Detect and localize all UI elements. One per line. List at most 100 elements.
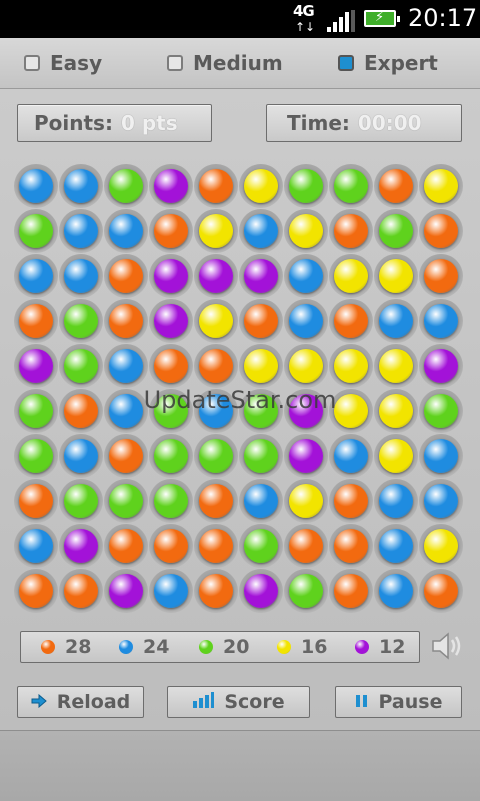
blue-ball[interactable] — [244, 214, 278, 248]
orange-ball[interactable] — [154, 529, 188, 563]
green-ball[interactable] — [64, 484, 98, 518]
blue-ball[interactable] — [289, 259, 323, 293]
green-ball[interactable] — [19, 439, 53, 473]
purple-ball[interactable] — [19, 349, 53, 383]
green-ball[interactable] — [289, 169, 323, 203]
yellow-ball[interactable] — [244, 349, 278, 383]
purple-ball[interactable] — [244, 574, 278, 608]
yellow-ball[interactable] — [334, 394, 368, 428]
orange-ball[interactable] — [424, 214, 458, 248]
orange-ball[interactable] — [334, 484, 368, 518]
yellow-ball[interactable] — [289, 214, 323, 248]
purple-ball[interactable] — [424, 349, 458, 383]
green-ball[interactable] — [154, 484, 188, 518]
reload-button[interactable]: Reload — [17, 686, 144, 718]
green-ball[interactable] — [244, 439, 278, 473]
purple-ball[interactable] — [154, 259, 188, 293]
yellow-ball[interactable] — [379, 349, 413, 383]
green-ball[interactable] — [244, 529, 278, 563]
purple-ball[interactable] — [64, 529, 98, 563]
orange-ball[interactable] — [109, 259, 143, 293]
sound-toggle-button[interactable] — [430, 630, 466, 662]
orange-ball[interactable] — [199, 349, 233, 383]
orange-ball[interactable] — [199, 574, 233, 608]
yellow-ball[interactable] — [334, 349, 368, 383]
blue-ball[interactable] — [64, 169, 98, 203]
purple-ball[interactable] — [154, 169, 188, 203]
purple-ball[interactable] — [244, 259, 278, 293]
blue-ball[interactable] — [424, 484, 458, 518]
orange-ball[interactable] — [64, 574, 98, 608]
blue-ball[interactable] — [19, 259, 53, 293]
orange-ball[interactable] — [379, 169, 413, 203]
green-ball[interactable] — [19, 394, 53, 428]
yellow-ball[interactable] — [424, 529, 458, 563]
orange-ball[interactable] — [289, 529, 323, 563]
blue-ball[interactable] — [109, 394, 143, 428]
blue-ball[interactable] — [379, 304, 413, 338]
yellow-ball[interactable] — [334, 259, 368, 293]
green-ball[interactable] — [64, 349, 98, 383]
green-ball[interactable] — [379, 214, 413, 248]
orange-ball[interactable] — [19, 304, 53, 338]
blue-ball[interactable] — [19, 169, 53, 203]
blue-ball[interactable] — [379, 574, 413, 608]
green-ball[interactable] — [154, 394, 188, 428]
blue-ball[interactable] — [64, 439, 98, 473]
green-ball[interactable] — [244, 394, 278, 428]
orange-ball[interactable] — [109, 439, 143, 473]
green-ball[interactable] — [154, 439, 188, 473]
orange-ball[interactable] — [154, 214, 188, 248]
orange-ball[interactable] — [244, 304, 278, 338]
orange-ball[interactable] — [334, 574, 368, 608]
yellow-ball[interactable] — [379, 439, 413, 473]
orange-ball[interactable] — [424, 574, 458, 608]
yellow-ball[interactable] — [199, 214, 233, 248]
yellow-ball[interactable] — [289, 484, 323, 518]
orange-ball[interactable] — [199, 169, 233, 203]
blue-ball[interactable] — [289, 304, 323, 338]
orange-ball[interactable] — [199, 529, 233, 563]
yellow-ball[interactable] — [199, 304, 233, 338]
green-ball[interactable] — [64, 304, 98, 338]
orange-ball[interactable] — [64, 394, 98, 428]
yellow-ball[interactable] — [244, 169, 278, 203]
purple-ball[interactable] — [154, 304, 188, 338]
green-ball[interactable] — [199, 439, 233, 473]
orange-ball[interactable] — [334, 214, 368, 248]
blue-ball[interactable] — [64, 259, 98, 293]
blue-ball[interactable] — [424, 304, 458, 338]
orange-ball[interactable] — [109, 529, 143, 563]
green-ball[interactable] — [424, 394, 458, 428]
yellow-ball[interactable] — [424, 169, 458, 203]
blue-ball[interactable] — [199, 394, 233, 428]
blue-ball[interactable] — [64, 214, 98, 248]
blue-ball[interactable] — [154, 574, 188, 608]
yellow-ball[interactable] — [379, 259, 413, 293]
score-button[interactable]: Score — [167, 686, 310, 718]
pause-button[interactable]: Pause — [335, 686, 462, 718]
blue-ball[interactable] — [424, 439, 458, 473]
yellow-ball[interactable] — [379, 394, 413, 428]
blue-ball[interactable] — [19, 529, 53, 563]
green-ball[interactable] — [109, 484, 143, 518]
orange-ball[interactable] — [424, 259, 458, 293]
blue-ball[interactable] — [379, 484, 413, 518]
orange-ball[interactable] — [334, 529, 368, 563]
mode-medium-checkbox[interactable]: Medium — [167, 51, 283, 75]
blue-ball[interactable] — [244, 484, 278, 518]
purple-ball[interactable] — [199, 259, 233, 293]
orange-ball[interactable] — [199, 484, 233, 518]
mode-expert-checkbox[interactable]: Expert — [338, 51, 438, 75]
mode-easy-checkbox[interactable]: Easy — [24, 51, 102, 75]
purple-ball[interactable] — [289, 394, 323, 428]
yellow-ball[interactable] — [289, 349, 323, 383]
orange-ball[interactable] — [334, 304, 368, 338]
blue-ball[interactable] — [109, 349, 143, 383]
green-ball[interactable] — [109, 169, 143, 203]
blue-ball[interactable] — [109, 214, 143, 248]
orange-ball[interactable] — [19, 484, 53, 518]
orange-ball[interactable] — [154, 349, 188, 383]
orange-ball[interactable] — [19, 574, 53, 608]
blue-ball[interactable] — [379, 529, 413, 563]
